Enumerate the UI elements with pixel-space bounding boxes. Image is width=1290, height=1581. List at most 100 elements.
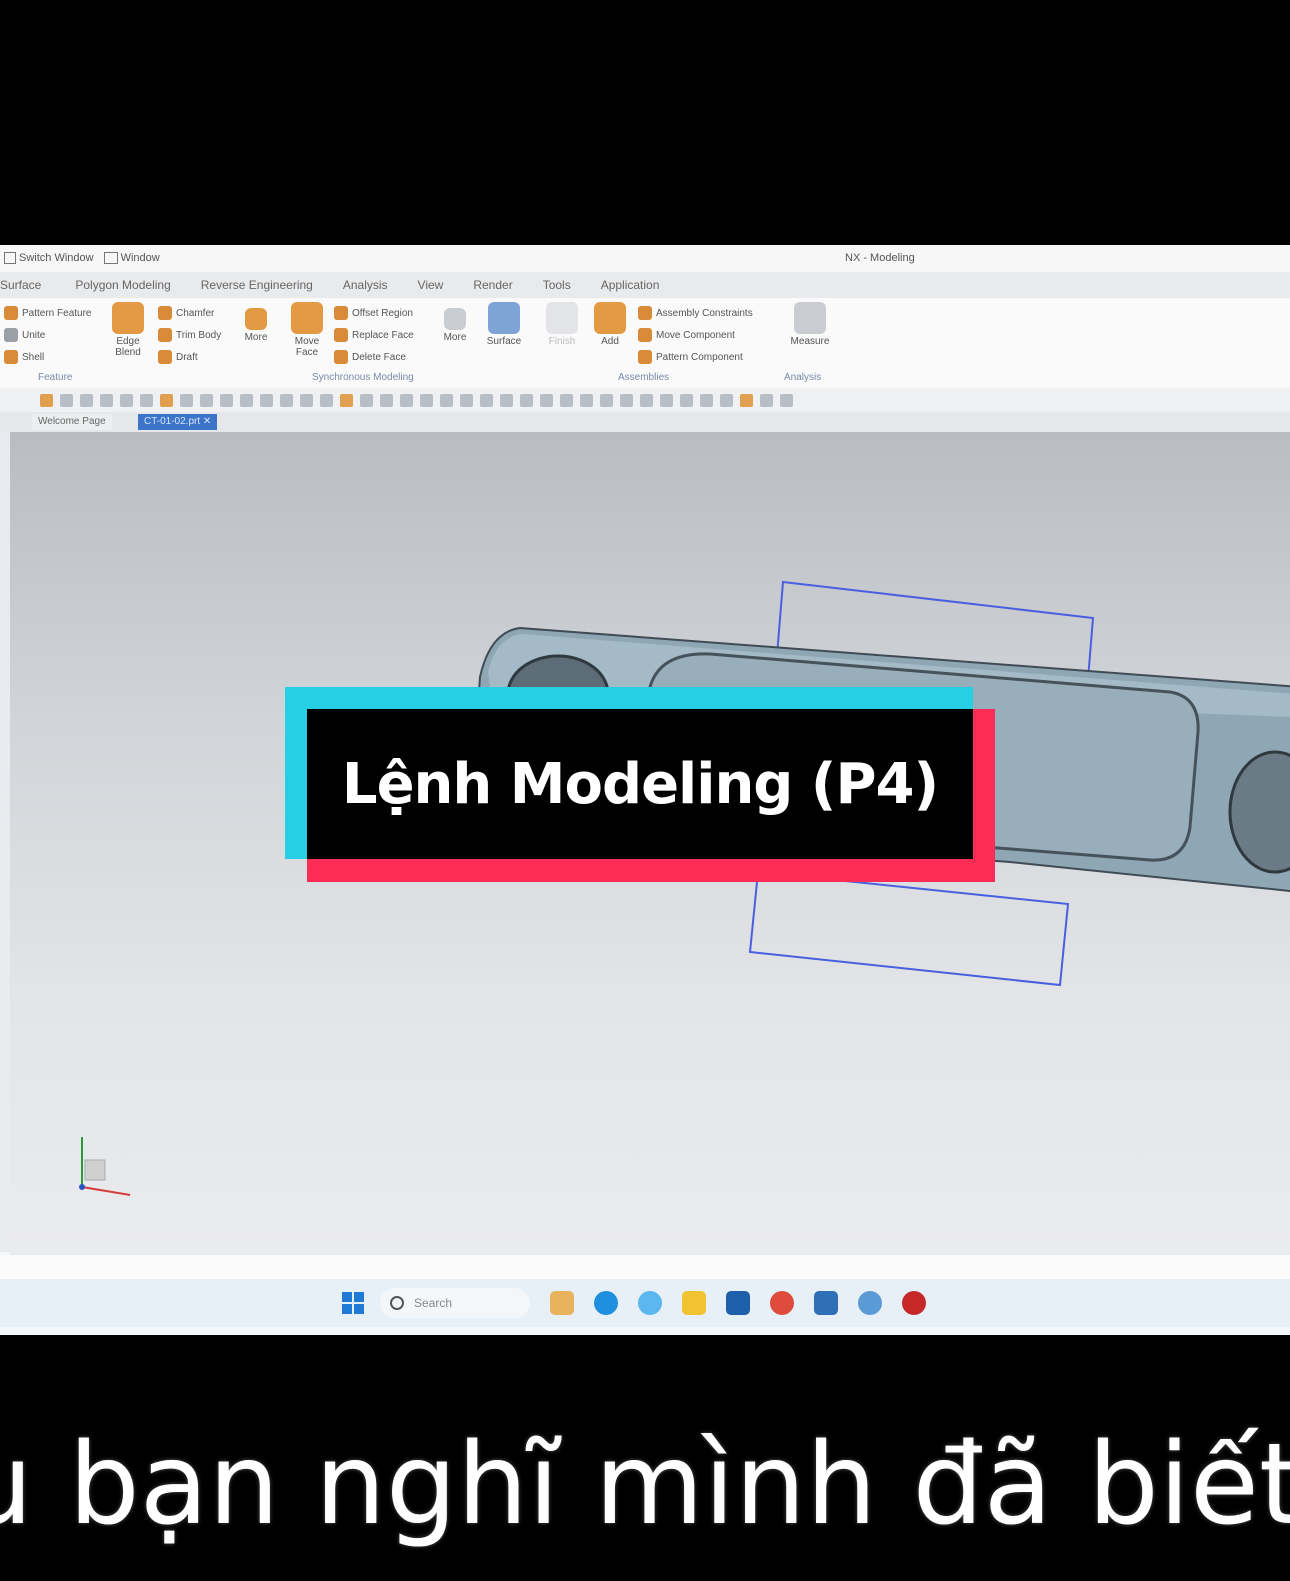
- menu-view[interactable]: View: [418, 278, 444, 292]
- feature-list-2: Chamfer Trim Body Draft: [158, 302, 221, 368]
- add-component-button[interactable]: Add: [588, 302, 632, 347]
- tab-welcome-page[interactable]: Welcome Page: [32, 414, 112, 430]
- menu-application[interactable]: Application: [601, 278, 660, 292]
- taskbar-search[interactable]: Search: [380, 1288, 530, 1318]
- view-icon[interactable]: [780, 393, 793, 407]
- feature-more-button[interactable]: More: [234, 302, 278, 343]
- edge-blend-button[interactable]: Edge Blend: [106, 302, 150, 358]
- view-icon[interactable]: [600, 393, 613, 407]
- shell-button[interactable]: Shell: [4, 346, 91, 368]
- replace-face-button[interactable]: Replace Face: [334, 324, 414, 346]
- view-icon[interactable]: [740, 393, 753, 407]
- sync-more-button[interactable]: More: [433, 302, 477, 343]
- trim-body-button[interactable]: Trim Body: [158, 324, 221, 346]
- tab-active-part[interactable]: CT-01-02.prt ✕: [138, 414, 218, 430]
- finish-button[interactable]: Finish: [540, 302, 584, 347]
- draft-icon: [158, 350, 172, 364]
- windows-taskbar: Search: [0, 1279, 1290, 1327]
- snap-icon[interactable]: [480, 393, 493, 407]
- snap-icon[interactable]: [280, 393, 293, 407]
- assembly-constraints-button[interactable]: Assembly Constraints: [638, 302, 753, 324]
- view-icon[interactable]: [560, 393, 573, 407]
- delete-face-button[interactable]: Delete Face: [334, 346, 414, 368]
- view-icon[interactable]: [720, 393, 733, 407]
- menu-reverse-engineering[interactable]: Reverse Engineering: [201, 278, 313, 292]
- select-icon[interactable]: [160, 393, 173, 407]
- window-button[interactable]: Window: [103, 252, 160, 264]
- draft-button[interactable]: Draft: [158, 346, 221, 368]
- record-icon[interactable]: [902, 1291, 926, 1315]
- snap-icon[interactable]: [340, 393, 353, 407]
- surface-button[interactable]: Surface: [482, 302, 526, 347]
- snap-icon[interactable]: [380, 393, 393, 407]
- menu-render[interactable]: Render: [473, 278, 512, 292]
- view-icon[interactable]: [520, 393, 533, 407]
- replace-face-icon: [334, 328, 348, 342]
- menu-analysis[interactable]: Analysis: [343, 278, 388, 292]
- snap-icon[interactable]: [260, 393, 273, 407]
- pattern-feature-button[interactable]: Pattern Feature: [4, 302, 91, 324]
- snap-icon[interactable]: [300, 393, 313, 407]
- switch-window-icon: [4, 252, 16, 264]
- switch-window-button[interactable]: Switch Window: [4, 252, 94, 264]
- view-icon[interactable]: [660, 393, 673, 407]
- view-icon[interactable]: [680, 393, 693, 407]
- filter-icon[interactable]: [120, 393, 133, 407]
- move-component-button[interactable]: Move Component: [638, 324, 753, 346]
- view-icon[interactable]: [580, 393, 593, 407]
- snap-icon[interactable]: [320, 393, 333, 407]
- surface-icon: [488, 302, 520, 334]
- datum-plane-bottom[interactable]: [748, 870, 1070, 987]
- view-icon[interactable]: [620, 393, 633, 407]
- nx-icon[interactable]: [858, 1291, 882, 1315]
- snap-icon[interactable]: [360, 393, 373, 407]
- snap-icon[interactable]: [400, 393, 413, 407]
- copilot-icon[interactable]: [638, 1291, 662, 1315]
- shell-icon: [4, 350, 18, 364]
- subtitle-caption: u bạn nghĩ mình đã biết h: [0, 1420, 1290, 1560]
- store-icon[interactable]: [726, 1291, 750, 1315]
- view-icon[interactable]: [640, 393, 653, 407]
- measure-icon: [794, 302, 826, 334]
- close-icon[interactable]: ✕: [203, 416, 211, 427]
- snap-icon[interactable]: [80, 393, 93, 407]
- snap-icon[interactable]: [440, 393, 453, 407]
- snap-icon[interactable]: [200, 393, 213, 407]
- snap-icon[interactable]: [500, 393, 513, 407]
- snap-icon[interactable]: [220, 393, 233, 407]
- snap-icon[interactable]: [100, 393, 113, 407]
- pattern-component-button[interactable]: Pattern Component: [638, 346, 753, 368]
- offset-region-button[interactable]: Offset Region: [334, 302, 414, 324]
- view-icon[interactable]: [540, 393, 553, 407]
- file-explorer-icon[interactable]: [682, 1291, 706, 1315]
- move-face-button[interactable]: Move Face: [285, 302, 329, 358]
- outlook-icon[interactable]: [814, 1291, 838, 1315]
- finish-icon: [546, 302, 578, 334]
- menu-tools[interactable]: Tools: [543, 278, 571, 292]
- snap-icon[interactable]: [460, 393, 473, 407]
- unite-button[interactable]: Unite: [4, 324, 91, 346]
- selection-toolbar: [0, 388, 1290, 412]
- view-icon[interactable]: [760, 393, 773, 407]
- view-icon[interactable]: [700, 393, 713, 407]
- filter-icon[interactable]: [60, 393, 73, 407]
- delete-face-icon: [334, 350, 348, 364]
- chamfer-button[interactable]: Chamfer: [158, 302, 221, 324]
- select-icon[interactable]: [40, 393, 53, 407]
- widgets-icon[interactable]: [550, 1291, 574, 1315]
- sync-list: Offset Region Replace Face Delete Face: [334, 302, 414, 368]
- offset-region-icon: [334, 306, 348, 320]
- windows-start-icon[interactable]: [342, 1292, 364, 1314]
- triad-cube: [84, 1159, 106, 1181]
- edge-icon[interactable]: [594, 1291, 618, 1315]
- snap-icon[interactable]: [420, 393, 433, 407]
- menu-surface[interactable]: Surface: [0, 278, 41, 292]
- menu-polygon-modeling[interactable]: Polygon Modeling: [75, 278, 170, 292]
- measure-button[interactable]: Measure: [788, 302, 832, 347]
- snap-icon[interactable]: [240, 393, 253, 407]
- move-component-icon: [638, 328, 652, 342]
- filter-icon[interactable]: [140, 393, 153, 407]
- chamfer-icon: [158, 306, 172, 320]
- chrome-icon[interactable]: [770, 1291, 794, 1315]
- snap-icon[interactable]: [180, 393, 193, 407]
